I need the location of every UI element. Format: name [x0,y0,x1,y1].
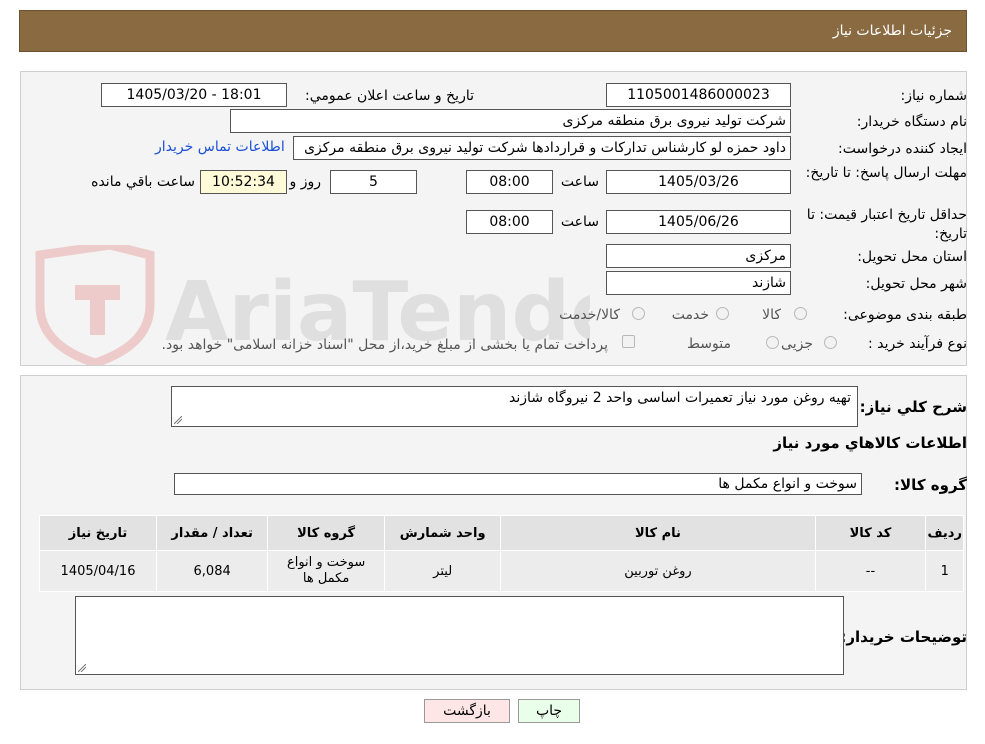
col-unit: واحد شمارش [383,515,502,551]
summary-textarea[interactable]: تهیه روغن مورد نیاز تعمیرات اساسی واحد 2… [171,386,858,427]
buyer-notes-text [76,597,843,603]
cell-unit: لیتر [383,550,502,592]
goods-table-header: تاریخ نیاز تعداد / مقدار گروه کالا واحد … [38,515,964,551]
validity-time-label: ساعت [560,214,599,230]
cell-name: روغن توربین [500,550,816,592]
cell-date: 1405/04/16 [38,550,158,592]
goods-info-title: اطلاعات کالاهاي مورد نياز [773,434,967,452]
goods-group-field[interactable]: سوخت و انواع مکمل ها [174,473,862,495]
category-service-radio[interactable] [716,307,729,320]
process-medium-label: متوسط [687,336,731,352]
buyer-notes-textarea[interactable] [75,596,844,675]
col-code: کد کالا [814,515,927,551]
process-medium-radio[interactable] [766,336,779,349]
process-label: نوع فرآیند خرید : [868,336,967,352]
buyer-notes-label: توضیحات خریدار: [840,628,967,646]
col-date: تاریخ نیاز [38,515,158,551]
requester-field[interactable]: داود حمزه لو کارشناس تدارکات و قراردادها… [293,136,791,160]
requester-label: ایجاد کننده درخواست: [838,141,967,157]
province-field[interactable]: مرکزی [606,244,791,268]
deadline-date-field[interactable]: 1405/03/26 [606,170,791,194]
category-both-radio[interactable] [632,307,645,320]
deadline-label-text: مهلت ارسال پاسخ: تا تاریخ: [805,165,967,181]
treasury-payment-text: پرداخت تمام یا بخشی از مبلغ خرید،از محل … [161,337,608,353]
col-group: گروه کالا [267,515,385,551]
city-field[interactable]: شازند [606,271,791,295]
announce-label: تاریخ و ساعت اعلان عمومي: [305,88,474,104]
page-title: جزئیات اطلاعات نیاز [832,23,952,39]
process-minor-label: جزیی [781,336,813,352]
validity-date-field[interactable]: 1405/06/26 [606,210,791,234]
deadline-time-label: ساعت [560,174,599,190]
summary-text: تهیه روغن مورد نیاز تعمیرات اساسی واحد 2… [508,390,851,406]
treasury-payment-checkbox[interactable] [622,335,635,348]
col-row: رديف [925,515,964,551]
days-field[interactable]: 5 [330,170,417,194]
remaining-time-field: 10:52:34 [200,170,287,194]
buyer-org-label: نام دستگاه خریدار: [856,114,967,130]
category-label: طبقه بندی موضوعی: [843,307,967,323]
need-number-label: شماره نیاز: [900,88,968,104]
page-header: جزئیات اطلاعات نیاز [19,10,967,52]
days-label: روز و [289,174,322,190]
deadline-time-field[interactable]: 08:00 [466,170,553,194]
goods-group-label: گروه کالا: [894,476,967,494]
resize-grip-icon[interactable] [174,416,182,424]
remaining-label: ساعت باقي مانده [91,174,195,190]
validity-time-field[interactable]: 08:00 [466,210,553,234]
category-service-label: خدمت [671,307,709,323]
buyer-org-field[interactable]: شرکت تولید نیروی برق منطقه مرکزی [230,109,791,133]
category-goods-label: کالا [762,307,781,323]
process-minor-radio[interactable] [824,336,837,349]
back-button[interactable]: بازگشت [424,699,510,723]
category-both-label: کالا/خدمت [559,307,620,323]
need-number-field[interactable]: 1105001486000023 [606,83,791,107]
cell-code: -- [814,550,927,592]
city-label: شهر محل تحویل: [865,276,967,292]
print-button[interactable]: چاپ [518,699,580,723]
validity-label-text: حداقل تاریخ اعتبار قیمت: تا تاریخ: [806,207,967,242]
cell-group: سوخت و انواع مکمل ها [267,550,385,592]
cell-quantity: 6,084 [156,550,269,592]
resize-grip-icon[interactable] [78,664,86,672]
announce-field[interactable]: 1405/03/20 - 18:01 [101,83,287,107]
col-name: نام کالا [500,515,816,551]
category-goods-radio[interactable] [794,307,807,320]
contact-buyer-link[interactable]: اطلاعات تماس خریدار [155,139,285,155]
validity-label: حداقل تاریخ اعتبار قیمت: تا تاریخ: [792,206,967,244]
table-row: 1405/04/16 6,084 سوخت و انواع مکمل ها لی… [38,550,964,592]
deadline-label: مهلت ارسال پاسخ: تا تاریخ: [797,164,967,183]
cell-row: 1 [925,550,964,592]
goods-table: تاریخ نیاز تعداد / مقدار گروه کالا واحد … [38,515,964,592]
summary-label: شرح کلي نياز: [859,398,967,416]
col-quantity: تعداد / مقدار [156,515,269,551]
province-label: استان محل تحویل: [857,249,967,265]
